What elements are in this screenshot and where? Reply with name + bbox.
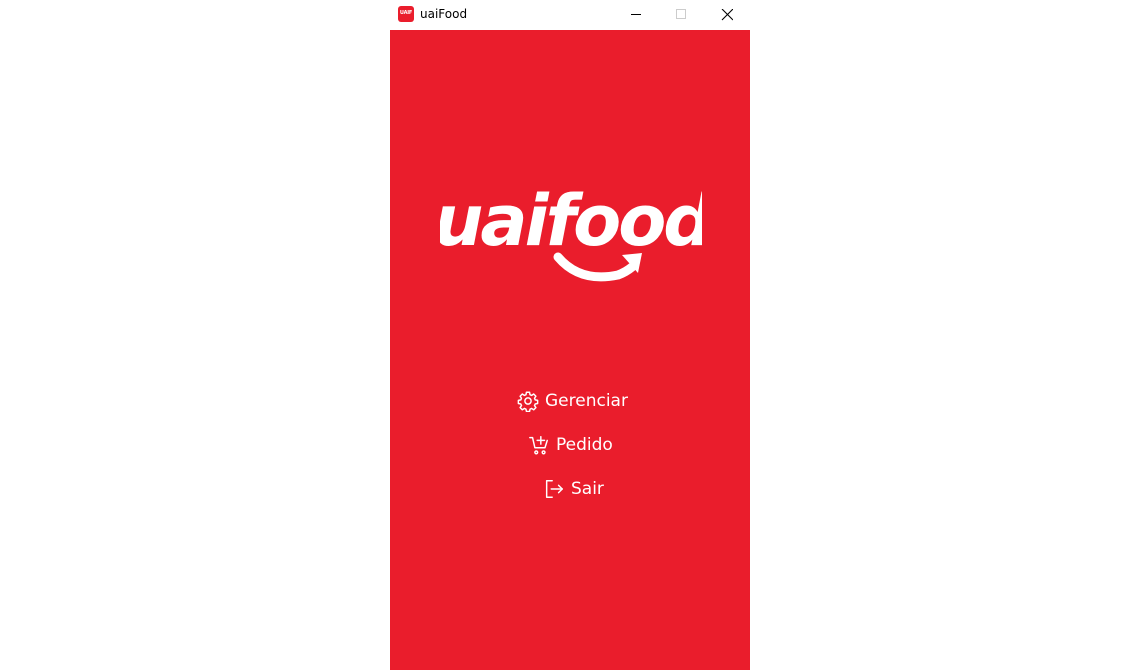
maximize-icon — [676, 9, 686, 19]
app-icon: UAIF — [398, 6, 414, 22]
close-icon — [721, 9, 733, 21]
minimize-button[interactable] — [613, 0, 659, 30]
close-button[interactable] — [704, 0, 750, 30]
menu-item-gerenciar[interactable]: Gerenciar — [517, 387, 628, 415]
minimize-icon — [631, 14, 641, 15]
title-bar[interactable]: UAIF uaiFood — [390, 0, 750, 30]
menu-item-pedido[interactable]: Pedido — [528, 431, 613, 459]
window-title: uaiFood — [420, 7, 468, 21]
gear-icon — [517, 391, 539, 412]
cart-add-icon — [529, 436, 548, 455]
maximize-button[interactable] — [658, 0, 704, 30]
menu-label-pedido: Pedido — [556, 435, 613, 455]
menu-label-gerenciar: Gerenciar — [545, 391, 628, 411]
logout-icon — [545, 480, 563, 498]
main-panel: uaifood Gerenciar Pedido Sair — [390, 30, 750, 670]
app-icon-label: UAIF — [399, 10, 413, 16]
app-window: UAIF uaiFood uaifood Gerenciar Pedido Sa… — [390, 0, 750, 670]
logo-wordmark: uaifood — [440, 183, 702, 262]
uaifood-logo: uaifood — [440, 183, 702, 282]
menu-label-sair: Sair — [571, 479, 604, 499]
menu-item-sair[interactable]: Sair — [543, 475, 604, 503]
